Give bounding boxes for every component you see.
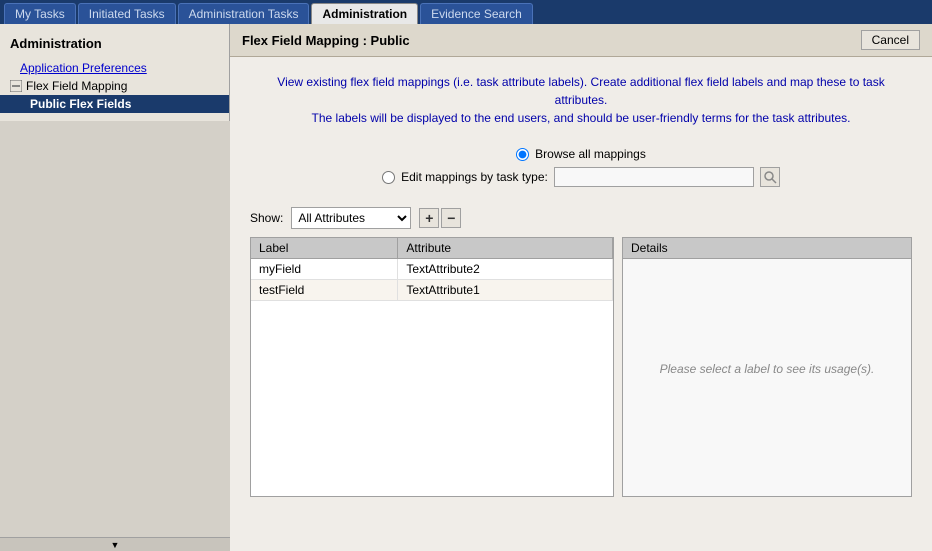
- tab-initiated-tasks[interactable]: Initiated Tasks: [78, 3, 176, 24]
- task-type-input[interactable]: [554, 167, 754, 187]
- radio-browse-input[interactable]: [516, 148, 529, 161]
- info-text: View existing flex field mappings (i.e. …: [250, 73, 912, 127]
- sidebar-section-label: Flex Field Mapping: [26, 79, 127, 93]
- radio-browse-all[interactable]: Browse all mappings: [516, 147, 646, 161]
- col-label-header: Label: [251, 238, 398, 259]
- cell-label: testField: [251, 280, 398, 301]
- details-body: Please select a label to see its usage(s…: [623, 259, 911, 479]
- sidebar: Administration Application Preferences F…: [0, 24, 230, 121]
- cell-attribute: TextAttribute1: [398, 280, 613, 301]
- show-label: Show:: [250, 211, 283, 225]
- sidebar-item-app-prefs[interactable]: Application Preferences: [0, 59, 229, 77]
- col-attribute-header: Attribute: [398, 238, 613, 259]
- sidebar-title: Administration: [0, 32, 229, 59]
- content-title: Flex Field Mapping : Public: [242, 33, 410, 48]
- remove-button[interactable]: −: [441, 208, 461, 228]
- sidebar-scroll-down-btn[interactable]: ▼: [0, 537, 230, 551]
- tab-bar: My Tasks Initiated Tasks Administration …: [0, 0, 932, 24]
- add-remove-btns: + −: [419, 208, 461, 228]
- table-row[interactable]: myFieldTextAttribute2: [251, 259, 613, 280]
- cancel-button[interactable]: Cancel: [861, 30, 920, 50]
- tab-administration-tasks[interactable]: Administration Tasks: [178, 3, 310, 24]
- content-header: Flex Field Mapping : Public Cancel: [230, 24, 932, 57]
- tab-my-tasks[interactable]: My Tasks: [4, 3, 76, 24]
- sidebar-wrapper: Administration Application Preferences F…: [0, 24, 230, 551]
- details-placeholder: Please select a label to see its usage(s…: [660, 362, 875, 376]
- tab-administration[interactable]: Administration: [311, 3, 418, 24]
- radio-edit-input[interactable]: [382, 171, 395, 184]
- mappings-table-wrapper: Label Attribute myFieldTextAttribute2tes…: [250, 237, 614, 497]
- cell-attribute: TextAttribute2: [398, 259, 613, 280]
- radio-group: Browse all mappings Edit mappings by tas…: [250, 147, 912, 187]
- task-type-browse-btn[interactable]: [760, 167, 780, 187]
- table-row[interactable]: testFieldTextAttribute1: [251, 280, 613, 301]
- minus-box-icon: [10, 80, 22, 92]
- radio-edit-label[interactable]: Edit mappings by task type:: [401, 170, 548, 184]
- browse-icon: [763, 170, 777, 184]
- content-area: Flex Field Mapping : Public Cancel View …: [230, 24, 932, 551]
- add-button[interactable]: +: [419, 208, 439, 228]
- main-layout: Administration Application Preferences F…: [0, 24, 932, 551]
- content-body: View existing flex field mappings (i.e. …: [230, 57, 932, 551]
- sidebar-item-public-flex-fields[interactable]: Public Flex Fields: [0, 95, 229, 113]
- cell-label: myField: [251, 259, 398, 280]
- sidebar-section-flex-field-mapping[interactable]: Flex Field Mapping: [0, 77, 229, 95]
- radio-browse-label[interactable]: Browse all mappings: [535, 147, 646, 161]
- show-select[interactable]: All Attributes Text Attributes Number At…: [291, 207, 411, 229]
- mappings-table: Label Attribute myFieldTextAttribute2tes…: [251, 238, 613, 301]
- table-details-row: Label Attribute myFieldTextAttribute2tes…: [250, 237, 912, 497]
- details-panel: Details Please select a label to see its…: [622, 237, 912, 497]
- radio-edit-row: Edit mappings by task type:: [382, 167, 780, 187]
- details-header: Details: [623, 238, 911, 259]
- show-row: Show: All Attributes Text Attributes Num…: [250, 207, 912, 229]
- tab-evidence-search[interactable]: Evidence Search: [420, 3, 533, 24]
